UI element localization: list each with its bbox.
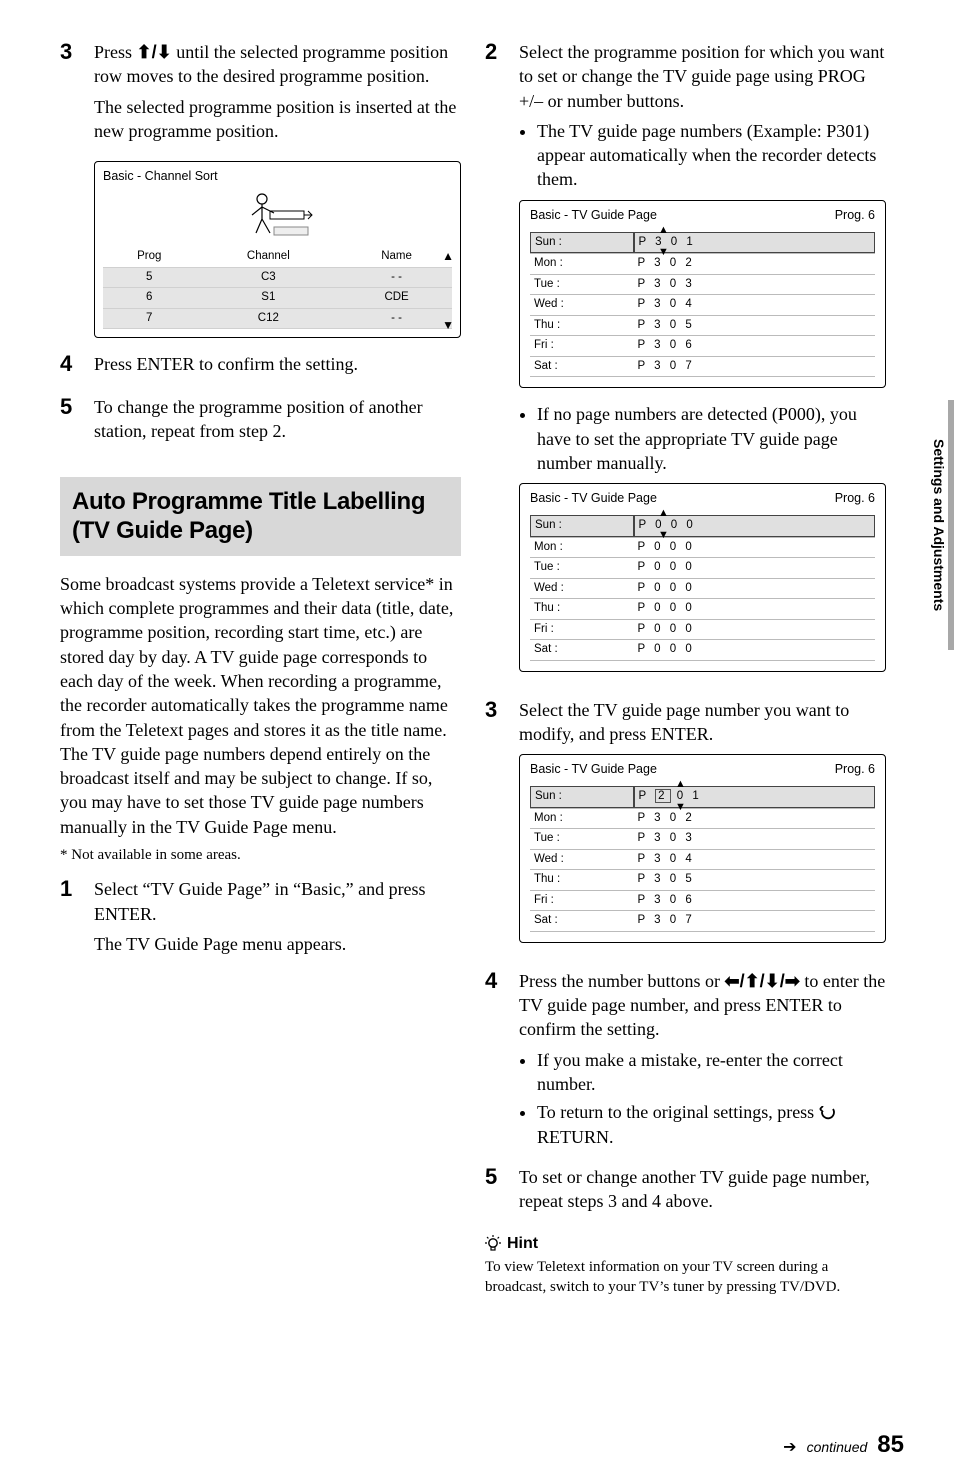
step-text: Press the number buttons or ⬅/⬆/⬇/➡ to e… [519, 969, 886, 1042]
step-text: The TV Guide Page menu appears. [94, 932, 461, 956]
table-row: 7 C12 - - [103, 308, 452, 329]
step-number: 5 [485, 1165, 503, 1220]
table-row: Thu :P 3 0 5 [530, 869, 875, 890]
table-row: 5 C3 - - [103, 267, 452, 288]
bullet-item: To return to the original settings, pres… [537, 1100, 886, 1149]
step-text: Press ⬆/⬇ until the selected programme p… [94, 40, 461, 89]
hint-heading: Hint [485, 1233, 886, 1255]
step-text: Select the TV guide page number you want… [519, 698, 886, 747]
table-row: Mon :P 3 0 2 [530, 253, 875, 274]
caret-up-icon: ▲ [658, 225, 669, 236]
table-row: Sat :P 3 0 7 [530, 356, 875, 378]
step-text: Press ENTER to confirm the setting. [94, 352, 461, 376]
table-row: Mon :P 3 0 2 [530, 808, 875, 829]
continued-label: continued [807, 1438, 868, 1457]
bullet-item: If you make a mistake, re-enter the corr… [537, 1048, 886, 1097]
step-number: 4 [485, 969, 503, 1153]
table-row: Tue :P 3 0 3 [530, 274, 875, 295]
caret-down-icon: ▼ [675, 802, 686, 813]
sidebar-label: Settings and Adjustments [930, 400, 948, 650]
continued-arrow-icon: ➔ [783, 1437, 796, 1459]
body-paragraph: Some broadcast systems provide a Teletex… [60, 572, 461, 839]
table-row: Mon :P 0 0 0 [530, 537, 875, 558]
caret-up-icon: ▲ [675, 779, 686, 790]
bullet-item: If no page numbers are detected (P000), … [537, 402, 886, 475]
up-down-icon: ⬆/⬇ [137, 42, 172, 62]
panel-prog: Prog. 6 [835, 490, 875, 507]
step-text: To change the programme position of anot… [94, 395, 461, 444]
table-row: Sun : P 2 0 1 [530, 786, 875, 808]
tv-guide-table: Sun :P 0 0 0 Mon :P 0 0 0 Tue :P 0 0 0 W… [530, 515, 875, 661]
step-number: 4 [60, 352, 78, 382]
caret-up-icon: ▲ [658, 508, 669, 519]
sidebar-tab: Settings and Adjustments [930, 400, 954, 650]
col-header: Channel [196, 247, 342, 267]
channel-sort-table: Prog Channel Name 5 C3 - - 6 S1 CDE [103, 247, 452, 329]
table-row: Fri :P 3 0 6 [530, 335, 875, 356]
table-row: Fri :P 3 0 6 [530, 890, 875, 911]
table-row: Thu :P 3 0 5 [530, 315, 875, 336]
hint-label: Hint [507, 1233, 538, 1255]
bullet-item: The TV guide page numbers (Example: P301… [537, 119, 886, 192]
panel-prog: Prog. 6 [835, 761, 875, 778]
table-row: Wed :P 0 0 0 [530, 578, 875, 599]
sidebar-indicator [948, 400, 954, 650]
editable-digit: 2 [655, 789, 670, 803]
panel-prog: Prog. 6 [835, 207, 875, 224]
section-heading: Auto Programme Title Labelling (TV Guide… [60, 477, 461, 556]
footnote: * Not available in some areas. [60, 845, 461, 865]
panel-title: Basic - TV Guide Page [530, 490, 657, 507]
tv-guide-panel: Basic - TV Guide Page Prog. 6 ▲ Sun :P 0… [519, 483, 886, 671]
hint-bulb-icon [485, 1235, 501, 1253]
step-5-left: 5 To change the programme position of an… [60, 395, 461, 450]
step-number: 1 [60, 877, 78, 962]
page-number: 85 [877, 1429, 904, 1461]
tv-guide-panel: Basic - TV Guide Page Prog. 6 ▲ Sun : P … [519, 754, 886, 942]
step-text: To set or change another TV guide page n… [519, 1165, 886, 1214]
tv-guide-table: Sun : P 2 0 1 Mon :P 3 0 2 Tue :P 3 0 3 … [530, 786, 875, 932]
step-number: 5 [60, 395, 78, 450]
table-row: Tue :P 0 0 0 [530, 557, 875, 578]
step-text: Select the programme position for which … [519, 40, 886, 113]
panel-title: Basic - TV Guide Page [530, 207, 657, 224]
step-3-left: 3 Press ⬆/⬇ until the selected programme… [60, 40, 461, 149]
person-moving-row-icon [103, 189, 452, 247]
step-text: Select “TV Guide Page” in “Basic,” and p… [94, 877, 461, 926]
col-header: Name [341, 247, 452, 267]
table-row: Sat :P 3 0 7 [530, 910, 875, 932]
scroll-down-icon: ▼ [442, 317, 454, 333]
table-row: Thu :P 0 0 0 [530, 598, 875, 619]
caret-down-icon: ▼ [658, 530, 669, 541]
caret-down-icon: ▼ [658, 247, 669, 258]
table-row: Wed :P 3 0 4 [530, 294, 875, 315]
step-number: 3 [60, 40, 78, 149]
table-row: Wed :P 3 0 4 [530, 849, 875, 870]
channel-sort-panel: Basic - Channel Sort ▲ Prog Channel [94, 161, 461, 338]
step-2-right: 2 Select the programme position for whic… [485, 40, 886, 686]
table-row: Fri :P 0 0 0 [530, 619, 875, 640]
step-text: The selected programme position is inser… [94, 95, 461, 144]
table-row: Tue :P 3 0 3 [530, 828, 875, 849]
table-row: Sun :P 0 0 0 [530, 515, 875, 537]
panel-title: Basic - Channel Sort [103, 168, 452, 185]
footer: ➔ continued 85 [783, 1429, 904, 1461]
hint-text: To view Teletext information on your TV … [485, 1257, 886, 1298]
step-number: 2 [485, 40, 503, 686]
return-icon [819, 1102, 837, 1122]
tv-guide-table: Sun :P 3 0 1 Mon :P 3 0 2 Tue :P 3 0 3 W… [530, 232, 875, 378]
col-header: Prog [103, 247, 196, 267]
step-4-left: 4 Press ENTER to confirm the setting. [60, 352, 461, 382]
step-5-right: 5 To set or change another TV guide page… [485, 1165, 886, 1220]
table-row: Sun :P 3 0 1 [530, 232, 875, 254]
four-way-arrow-icon: ⬅/⬆/⬇/➡ [724, 971, 799, 991]
scroll-up-icon: ▲ [442, 248, 454, 264]
panel-title: Basic - TV Guide Page [530, 761, 657, 778]
step-number: 3 [485, 698, 503, 957]
step-1-left: 1 Select “TV Guide Page” in “Basic,” and… [60, 877, 461, 962]
tv-guide-panel: Basic - TV Guide Page Prog. 6 ▲ Sun :P 3… [519, 200, 886, 388]
step-4-right: 4 Press the number buttons or ⬅/⬆/⬇/➡ to… [485, 969, 886, 1153]
table-row: Sat :P 0 0 0 [530, 639, 875, 661]
step-3-right: 3 Select the TV guide page number you wa… [485, 698, 886, 957]
table-row: 6 S1 CDE [103, 288, 452, 309]
